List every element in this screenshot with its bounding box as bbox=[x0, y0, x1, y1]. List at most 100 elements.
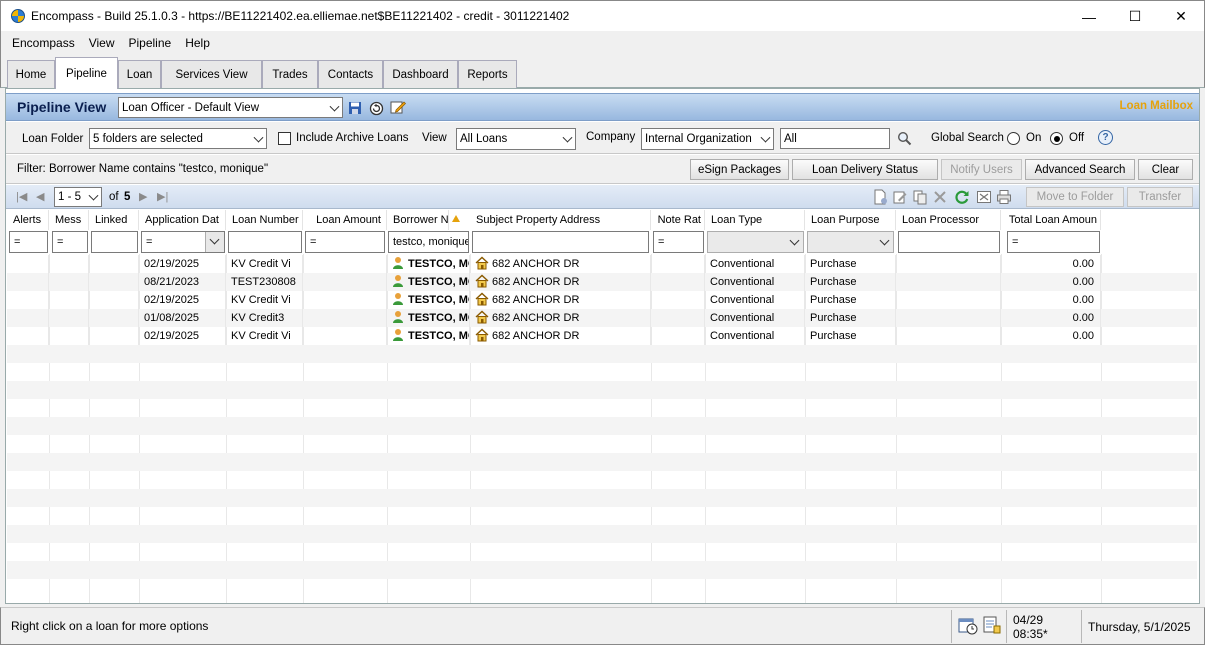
table-row[interactable]: 08/21/2023 TEST230808 TESTCO, MONIQUE 682 A… bbox=[7, 273, 1197, 291]
maximize-button[interactable]: ☐ bbox=[1112, 1, 1158, 32]
column-header-loan-number[interactable]: Loan Number bbox=[226, 210, 303, 230]
delete-loan-icon[interactable] bbox=[932, 189, 948, 205]
tab-home[interactable]: Home bbox=[7, 60, 55, 88]
next-page-icon[interactable]: ▶ bbox=[139, 190, 147, 203]
edit-loan-icon[interactable] bbox=[892, 189, 908, 205]
cell-app-date: 01/08/2025 bbox=[139, 309, 226, 327]
help-icon[interactable]: ? bbox=[1098, 130, 1113, 145]
column-header-alerts[interactable]: Alerts bbox=[7, 210, 49, 230]
loan-delivery-status-button[interactable]: Loan Delivery Status bbox=[792, 159, 938, 180]
notes-document-icon[interactable] bbox=[982, 615, 1002, 638]
column-header-messages[interactable]: Mess bbox=[49, 210, 89, 230]
messages-filter[interactable]: = bbox=[52, 231, 88, 253]
view-select[interactable]: Loan Officer - Default View bbox=[118, 97, 343, 118]
table-row[interactable]: 02/19/2025 KV Credit Vi TESTCO, MONIQUE 682… bbox=[7, 255, 1197, 273]
table-row[interactable]: 01/08/2025 KV Credit3 TESTCO, MONIQUE 682 A… bbox=[7, 309, 1197, 327]
column-header-subject-property-address[interactable]: Subject Property Address bbox=[470, 210, 651, 230]
manage-views-icon[interactable] bbox=[390, 99, 406, 115]
company-text-field[interactable]: All bbox=[780, 128, 890, 149]
print-icon[interactable] bbox=[996, 189, 1012, 205]
application-date-filter[interactable]: = bbox=[141, 231, 225, 253]
cell-text: 02/19/2025 bbox=[144, 330, 200, 342]
global-search-on-radio[interactable] bbox=[1007, 132, 1020, 145]
column-header-linked[interactable]: Linked bbox=[89, 210, 139, 230]
tab-reports[interactable]: Reports bbox=[458, 60, 517, 88]
clear-button[interactable]: Clear bbox=[1138, 159, 1193, 180]
column-header-total-loan-amount[interactable]: Total Loan Amoun bbox=[1001, 210, 1101, 230]
loan-timeline-icon[interactable] bbox=[958, 615, 978, 638]
menu-help[interactable]: Help bbox=[178, 36, 217, 50]
last-page-icon[interactable]: ▶| bbox=[157, 190, 168, 203]
cell-text: 682 ANCHOR DR bbox=[492, 258, 580, 270]
notify-users-button[interactable]: Notify Users bbox=[941, 159, 1022, 180]
reset-view-icon[interactable] bbox=[368, 100, 384, 116]
cell-total: 0.00 bbox=[1001, 291, 1101, 309]
loan-mailbox-link[interactable]: Loan Mailbox bbox=[1120, 100, 1193, 112]
menu-view[interactable]: View bbox=[82, 36, 122, 50]
move-to-folder-button[interactable]: Move to Folder bbox=[1026, 187, 1124, 207]
cell-loan-number: TEST230808 bbox=[226, 273, 303, 291]
minimize-button[interactable]: — bbox=[1066, 1, 1112, 32]
tab-services-view[interactable]: Services View bbox=[161, 60, 262, 88]
cell-loan-number: KV Credit Vi bbox=[226, 291, 303, 309]
subject-property-address-filter[interactable] bbox=[472, 231, 649, 253]
global-search-label: Global Search bbox=[931, 132, 1004, 144]
tab-pipeline[interactable]: Pipeline bbox=[55, 57, 118, 89]
close-button[interactable]: ✕ bbox=[1158, 1, 1204, 32]
duplicate-loan-icon[interactable] bbox=[912, 189, 928, 205]
calendar-dropdown-button[interactable] bbox=[205, 232, 224, 252]
cell-text: Conventional bbox=[710, 312, 775, 324]
cell-empty bbox=[303, 309, 387, 327]
cell-purpose: Purchase bbox=[805, 327, 896, 345]
table-row[interactable]: 02/19/2025 KV Credit Vi TESTCO, MONIQUE 682… bbox=[7, 327, 1197, 345]
loan-purpose-filter[interactable] bbox=[807, 231, 894, 253]
cell-borrower: TESTCO, MONIQUE bbox=[387, 291, 470, 309]
column-header-borrower-name[interactable]: Borrower N bbox=[387, 210, 449, 230]
column-header-loan-processor[interactable]: Loan Processor bbox=[896, 210, 1001, 230]
column-header-loan-type[interactable]: Loan Type bbox=[705, 210, 805, 230]
new-loan-icon[interactable] bbox=[872, 189, 888, 205]
refresh-icon[interactable] bbox=[954, 189, 970, 205]
esign-packages-button[interactable]: eSign Packages bbox=[690, 159, 789, 180]
borrower-person-icon bbox=[392, 274, 404, 291]
export-excel-icon[interactable] bbox=[976, 189, 992, 205]
loan-number-filter[interactable] bbox=[228, 231, 302, 253]
borrower-name-filter[interactable]: testco, monique bbox=[388, 231, 469, 253]
title-bar: Encompass - Build 25.1.0.3 - https://BE1… bbox=[0, 0, 1205, 31]
cell-empty bbox=[896, 291, 1001, 309]
transfer-button[interactable]: Transfer bbox=[1127, 187, 1193, 207]
total-loan-amount-filter[interactable]: = bbox=[1007, 231, 1100, 253]
tab-trades[interactable]: Trades bbox=[262, 60, 318, 88]
column-header-application-date[interactable]: Application Dat bbox=[139, 210, 226, 230]
column-header-note-rate[interactable]: Note Rat bbox=[651, 210, 705, 230]
company-select[interactable]: Internal Organization bbox=[641, 128, 774, 150]
loan-folder-select[interactable]: 5 folders are selected bbox=[89, 128, 267, 149]
page-range-select[interactable]: 1 - 5 bbox=[54, 187, 102, 207]
loan-amount-filter[interactable]: = bbox=[305, 231, 385, 253]
tab-loan[interactable]: Loan bbox=[118, 60, 161, 88]
first-page-icon[interactable]: |◀ bbox=[16, 190, 27, 203]
table-row[interactable]: 02/19/2025 KV Credit Vi TESTCO, MONIQUE 682… bbox=[7, 291, 1197, 309]
view-filter-select[interactable]: All Loans bbox=[456, 128, 576, 150]
column-header-loan-purpose[interactable]: Loan Purpose bbox=[805, 210, 896, 230]
column-header-loan-amount[interactable]: Loan Amount bbox=[303, 210, 387, 230]
previous-page-icon[interactable]: ◀ bbox=[36, 190, 44, 203]
menu-encompass[interactable]: Encompass bbox=[5, 36, 82, 50]
linked-filter[interactable] bbox=[91, 231, 138, 253]
loan-type-filter[interactable] bbox=[707, 231, 804, 253]
menu-pipeline[interactable]: Pipeline bbox=[122, 36, 179, 50]
tab-dashboard[interactable]: Dashboard bbox=[383, 60, 458, 88]
tab-contacts[interactable]: Contacts bbox=[318, 60, 383, 88]
global-search-off-radio[interactable] bbox=[1050, 132, 1063, 145]
alerts-filter[interactable]: = bbox=[9, 231, 48, 253]
cell-text: 08/21/2023 bbox=[144, 276, 200, 288]
folder-filter-row: Loan Folder 5 folders are selected Inclu… bbox=[6, 122, 1199, 154]
advanced-search-button[interactable]: Advanced Search bbox=[1025, 159, 1135, 180]
note-rate-filter[interactable]: = bbox=[653, 231, 704, 253]
search-icon[interactable] bbox=[896, 130, 912, 146]
borrower-person-icon bbox=[392, 328, 404, 345]
cell-address: 682 ANCHOR DR bbox=[470, 291, 651, 309]
save-view-icon[interactable] bbox=[347, 100, 363, 116]
loan-processor-filter[interactable] bbox=[898, 231, 1000, 253]
include-archive-checkbox[interactable] bbox=[278, 132, 291, 145]
